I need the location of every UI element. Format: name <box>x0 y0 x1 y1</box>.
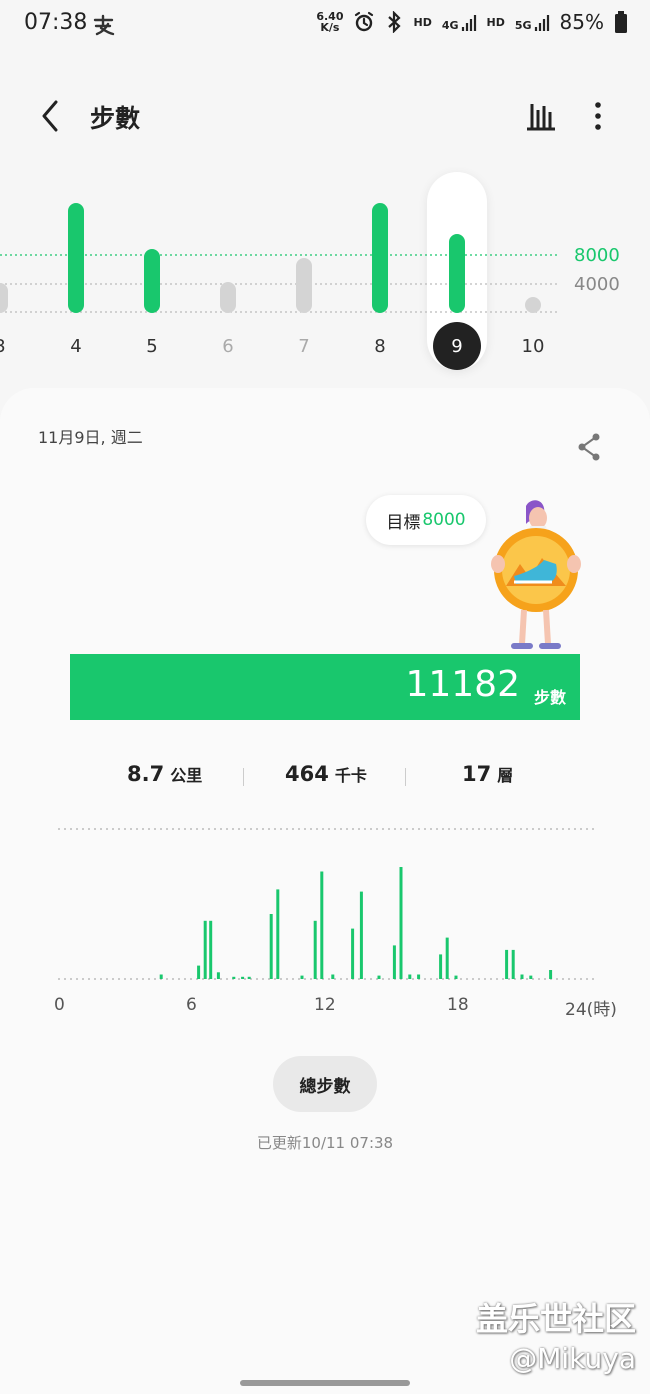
hourly-bar-7 <box>247 976 251 979</box>
day-label-5[interactable]: 5 <box>132 336 172 357</box>
day-bar-10[interactable] <box>525 297 541 313</box>
watermark-community: 盖乐世社区 <box>475 1300 636 1338</box>
hourly-bar-23 <box>454 975 458 979</box>
hourly-bar-21 <box>439 954 443 979</box>
hourly-bar-10 <box>300 975 304 979</box>
distance-unit: 公里 <box>170 766 203 785</box>
more-vert-icon[interactable] <box>580 98 616 134</box>
hourly-bar-15 <box>359 891 363 979</box>
hourly-bar-24 <box>505 949 509 979</box>
day-bar-5[interactable] <box>144 249 160 313</box>
hd-badge: HD <box>413 15 432 29</box>
hour-label: 18 <box>447 995 469 1015</box>
hourly-bar-13 <box>331 974 335 979</box>
hour-label: 0 <box>54 995 65 1015</box>
floors-unit: 層 <box>497 766 514 785</box>
hourly-bar-16 <box>377 975 381 979</box>
day-bar-4[interactable] <box>68 203 84 313</box>
total-steps-button[interactable]: 總步數 <box>273 1056 377 1112</box>
steps-unit: 步數 <box>533 688 566 707</box>
back-icon[interactable] <box>34 98 70 134</box>
hourly-bar-17 <box>392 945 396 979</box>
updated-timestamp: 已更新10/11 07:38 <box>256 1134 394 1152</box>
distance-value: 8.7 <box>127 762 165 786</box>
bar-chart-icon[interactable] <box>523 98 559 134</box>
goal-achieved-badge-illustration <box>491 500 581 649</box>
home-indicator[interactable] <box>240 1380 410 1386</box>
hourly-bar-4 <box>216 972 220 979</box>
net-speed: 6.40 K/s <box>316 10 344 34</box>
selected-day[interactable]: 9 <box>433 322 481 370</box>
hourly-bar-8 <box>269 914 273 979</box>
day-bar-6[interactable] <box>220 282 236 313</box>
hourly-bar-27 <box>529 975 533 979</box>
day-label-3[interactable]: 3 <box>0 336 20 357</box>
share-icon[interactable] <box>576 432 604 462</box>
day-label-8[interactable]: 8 <box>360 336 400 357</box>
hourly-bar-6 <box>241 976 245 979</box>
hourly-bar-9 <box>276 889 280 979</box>
hourly-bar-26 <box>520 974 524 979</box>
hourly-bar-5 <box>232 976 236 979</box>
hd-badge-2: HD <box>486 15 505 29</box>
day-bar-7[interactable] <box>296 258 312 313</box>
hourly-bar-28 <box>549 970 553 979</box>
hourly-bar-14 <box>351 928 355 979</box>
hourly-bar-19 <box>408 974 412 979</box>
weekly-gridlines <box>0 254 558 313</box>
signal-4g-icon: 4G <box>442 13 477 31</box>
day-label-10[interactable]: 10 <box>513 336 553 357</box>
day-bar-9[interactable] <box>449 234 465 313</box>
selected-day-label: 9 <box>451 335 463 357</box>
floors-value: 17 <box>462 762 492 786</box>
distance-stat: 8.7 公里 <box>127 762 202 786</box>
mid-gridline-label: 4000 <box>574 274 620 295</box>
alipay-notification-icon <box>93 14 115 36</box>
hourly-bar-18 <box>399 867 403 979</box>
day-label-4[interactable]: 4 <box>56 336 96 357</box>
day-label-7[interactable]: 7 <box>284 336 324 357</box>
battery-icon <box>615 11 627 33</box>
hourly-bar-0 <box>159 974 163 979</box>
calories-stat: 464 千卡 <box>285 762 367 786</box>
hour-label: 6 <box>186 995 197 1015</box>
divider <box>405 768 406 786</box>
calories-value: 464 <box>285 762 329 786</box>
goal-gridline-label: 8000 <box>574 245 620 266</box>
hourly-bar-2 <box>203 920 207 979</box>
hourly-bar-22 <box>445 937 449 979</box>
floors-stat: 17 層 <box>462 762 513 786</box>
hourly-bar-3 <box>209 920 213 979</box>
steps-count: 11182 <box>405 664 520 705</box>
hour-label: 24(時) <box>565 1000 617 1020</box>
status-time: 07:38 <box>24 10 88 35</box>
divider <box>243 768 244 786</box>
goal-bubble: 目標 8000 <box>366 495 486 545</box>
signal-5g-icon: 5G <box>515 13 550 31</box>
bluetooth-icon <box>388 11 402 33</box>
hourly-bar-1 <box>197 965 201 979</box>
hourly-bar-12 <box>320 871 324 979</box>
hourly-bar-11 <box>313 920 317 979</box>
alarm-icon <box>355 11 374 32</box>
day-label-6[interactable]: 6 <box>208 336 248 357</box>
watermark-user: @Mikuya <box>509 1342 636 1375</box>
status-icons: 6.40 K/s HD 4G HD 5G 85% <box>316 10 628 34</box>
page-title: 步數 <box>90 104 141 133</box>
battery-percent: 85% <box>559 10 604 34</box>
day-bar-8[interactable] <box>372 203 388 313</box>
goal-label: 目標 <box>386 512 421 533</box>
day-bar-3[interactable] <box>0 283 8 313</box>
calories-unit: 千卡 <box>334 766 367 785</box>
hour-label: 12 <box>314 995 336 1015</box>
hourly-bar-25 <box>511 949 515 979</box>
summary-date: 11月9日, 週二 <box>38 428 143 447</box>
goal-value: 8000 <box>422 510 466 530</box>
hourly-steps-chart <box>58 828 594 980</box>
hourly-bar-20 <box>417 974 421 979</box>
